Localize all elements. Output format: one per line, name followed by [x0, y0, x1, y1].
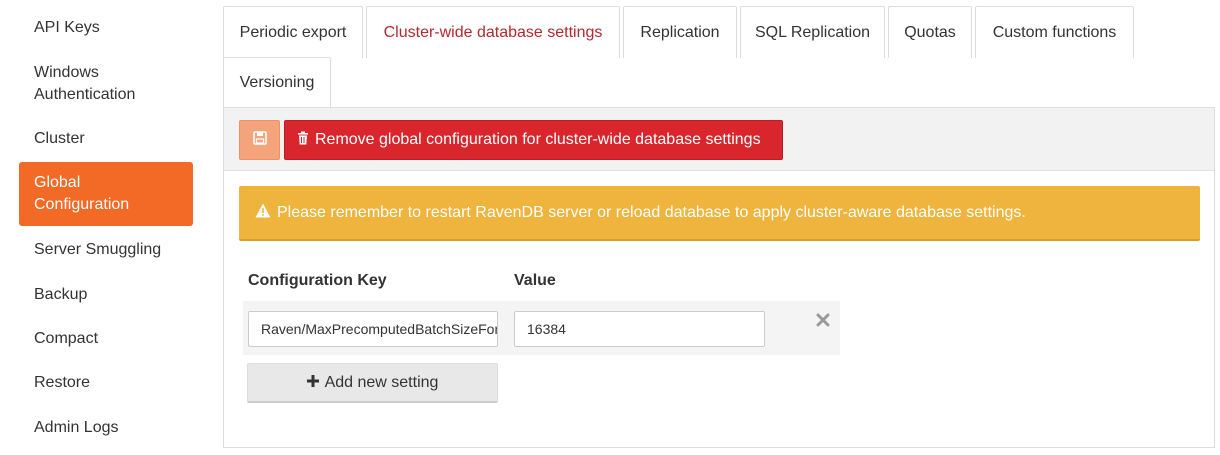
tab-label: Quotas: [904, 23, 956, 41]
sidebar-item-label: Admin Logs: [34, 419, 119, 436]
settings-panel: Remove global configuration for cluster-…: [223, 107, 1215, 448]
save-button[interactable]: [239, 120, 280, 160]
tab-cluster-wide-database-settings[interactable]: Cluster-wide database settings: [366, 6, 620, 58]
restart-warning-alert: Please remember to restart RavenDB serve…: [239, 186, 1200, 241]
tab-label: Versioning: [239, 73, 315, 91]
configuration-key-header: Configuration Key: [248, 272, 387, 289]
tab-label: SQL Replication: [754, 23, 871, 41]
tab-versioning[interactable]: Versioning: [223, 57, 331, 107]
sidebar-item-admin-logs[interactable]: Admin Logs: [19, 417, 193, 439]
remove-global-configuration-button[interactable]: Remove global configuration for cluster-…: [284, 120, 783, 160]
tab-quotas[interactable]: Quotas: [888, 6, 972, 58]
plus-icon: [306, 374, 319, 392]
tab-sql-replication[interactable]: SQL Replication: [740, 6, 885, 58]
sidebar: API Keys Windows Authentication Cluster …: [0, 0, 200, 455]
add-new-setting-button[interactable]: Add new setting: [247, 363, 498, 403]
add-button-label: Add new setting: [324, 373, 439, 391]
trash-icon: [297, 131, 309, 150]
tab-label: Custom functions: [992, 23, 1117, 41]
configuration-key-input[interactable]: Raven/MaxPrecomputedBatchSizeForNewIndex: [248, 311, 498, 347]
close-icon: [816, 313, 830, 332]
sidebar-item-label: Backup: [34, 286, 88, 303]
sidebar-item-restore[interactable]: Restore: [19, 372, 193, 394]
sidebar-item-api-keys[interactable]: API Keys: [19, 17, 193, 39]
tab-replication[interactable]: Replication: [623, 6, 737, 58]
configuration-value-input[interactable]: 16384: [514, 311, 765, 347]
sidebar-item-global-configuration[interactable]: Global Configuration: [19, 162, 193, 226]
save-icon: [252, 130, 267, 150]
value-header: Value: [514, 272, 556, 289]
sidebar-item-server-smuggling[interactable]: Server Smuggling: [19, 239, 193, 261]
sidebar-item-label: Server Smuggling: [34, 241, 162, 258]
sidebar-item-label: Global Configuration: [34, 174, 130, 213]
remove-button-label: Remove global configuration for cluster-…: [315, 131, 761, 148]
sidebar-item-cluster[interactable]: Cluster: [19, 128, 193, 150]
sidebar-item-label: API Keys: [34, 19, 100, 36]
toolbar: Remove global configuration for cluster-…: [224, 108, 1214, 171]
warning-icon: [255, 203, 271, 223]
sidebar-item-label: Cluster: [34, 130, 85, 147]
warning-text: Please remember to restart RavenDB serve…: [277, 203, 1026, 221]
sidebar-item-label: Windows Authentication: [34, 64, 136, 103]
tab-label: Replication: [640, 23, 720, 41]
sidebar-item-label: Restore: [34, 374, 91, 391]
sidebar-item-windows-authentication[interactable]: Windows Authentication: [19, 62, 193, 106]
remove-setting-button[interactable]: [812, 311, 834, 333]
sidebar-item-backup[interactable]: Backup: [19, 284, 193, 306]
tab-label: Periodic export: [239, 23, 347, 41]
tab-custom-functions[interactable]: Custom functions: [975, 6, 1134, 58]
sidebar-item-compact[interactable]: Compact: [19, 328, 193, 350]
sidebar-item-label: Compact: [34, 330, 99, 347]
tab-periodic-export[interactable]: Periodic export: [223, 6, 363, 58]
tab-label: Cluster-wide database settings: [383, 23, 603, 41]
